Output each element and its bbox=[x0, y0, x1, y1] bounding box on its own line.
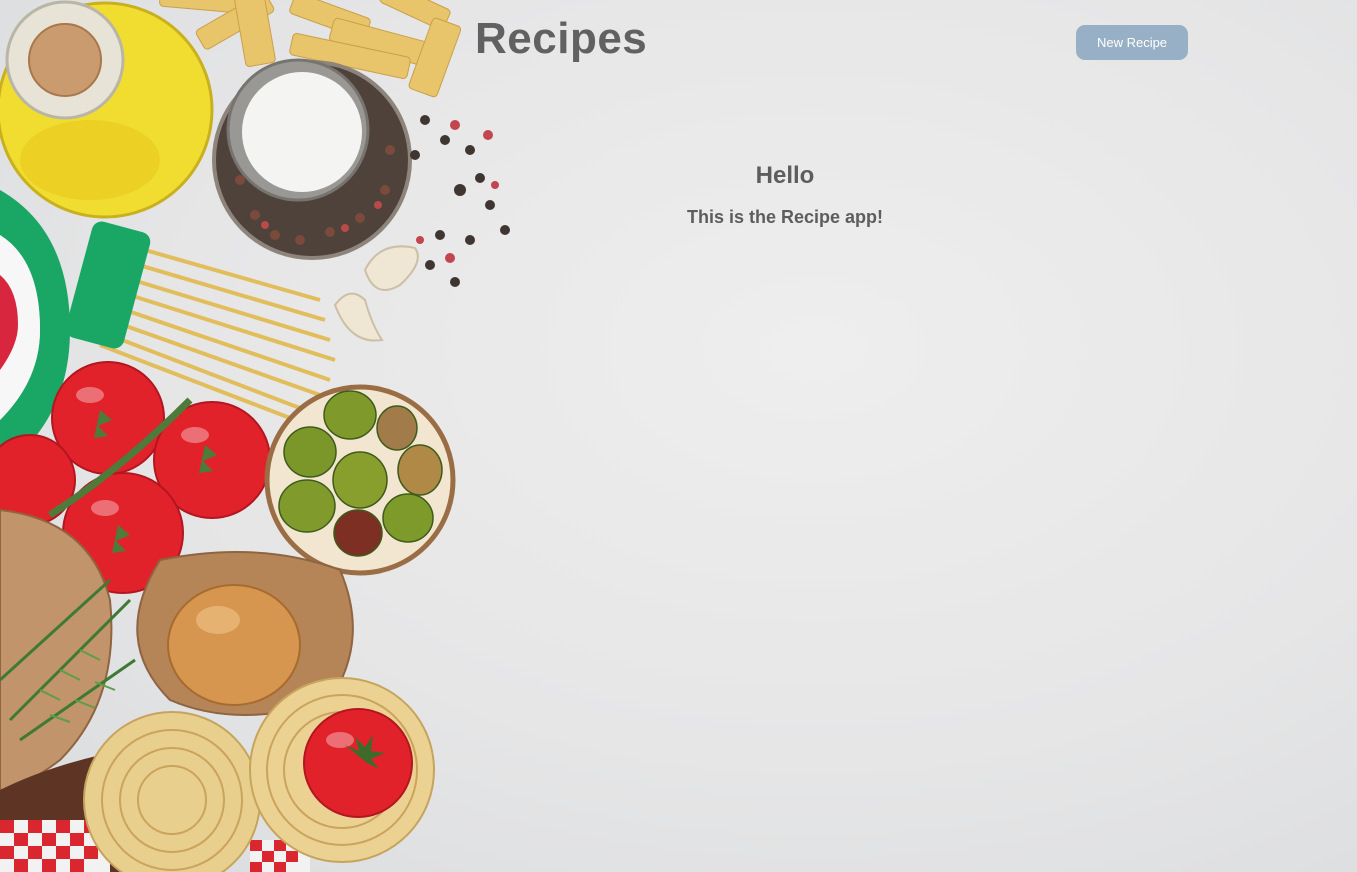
page-title: Recipes bbox=[475, 14, 648, 63]
welcome-heading: Hello bbox=[755, 162, 815, 189]
new-recipe-button[interactable]: New Recipe bbox=[1076, 25, 1188, 60]
welcome-message: This is the Recipe app! bbox=[686, 207, 884, 227]
food-ingredients-photo-icon bbox=[0, 0, 510, 872]
welcome-section: Hello This is the Recipe app! bbox=[585, 160, 985, 228]
